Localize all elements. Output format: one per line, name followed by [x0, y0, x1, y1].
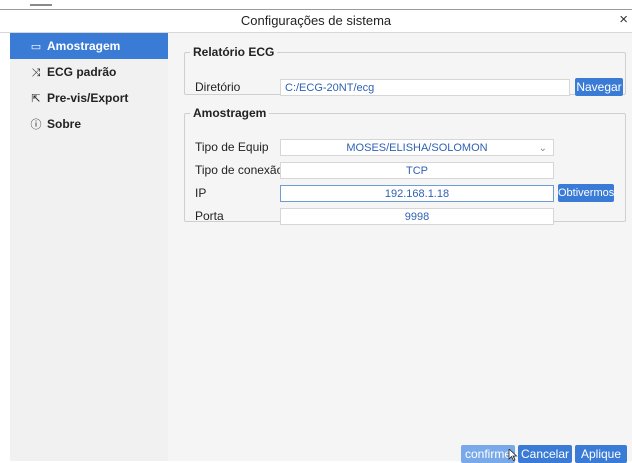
info-icon: ⓘ [30, 119, 42, 131]
apply-button[interactable]: Aplique [575, 445, 627, 463]
browse-button[interactable]: Navegar [575, 78, 623, 96]
sidebar-item-label: ECG padrão [47, 65, 117, 79]
shuffle-icon: ⤨ [31, 67, 41, 79]
settings-panel: Relatório ECG Diretório C:/ECG-20NT/ecg … [168, 33, 632, 463]
confirm-button[interactable]: confirme [461, 445, 515, 463]
sidebar-item-pre-vis-export[interactable]: ⇱ Pre-vis/Export [10, 85, 168, 111]
chevron-down-icon: ⌄ [538, 143, 547, 154]
sampling-group: Amostragem Tipo de Equip MOSES/ELISHA/SO… [184, 106, 626, 225]
sidebar-item-label: Pre-vis/Export [47, 91, 129, 105]
ecg-report-group: Relatório ECG Diretório C:/ECG-20NT/ecg … [184, 45, 626, 96]
sampling-legend: Amostragem [193, 106, 267, 120]
ip-label: IP [195, 186, 207, 200]
sidebar-item-ecg-padrao[interactable]: ⤨ ECG padrão [10, 59, 168, 85]
connection-type-field[interactable]: TCP [280, 162, 554, 179]
window-resize-grip [30, 4, 52, 6]
sidebar: ▭ Amostragem ⤨ ECG padrão ⇱ Pre-vis/Export … [10, 33, 169, 461]
window-title: Configurações de sistema [240, 13, 392, 28]
image-icon: ▭ [30, 41, 42, 53]
port-field[interactable]: 9998 [280, 208, 554, 225]
sidebar-item-label: Sobre [47, 117, 82, 131]
sidebar-item-label: Amostragem [47, 39, 121, 53]
equipment-type-select[interactable]: MOSES/ELISHA/SOLOMON ⌄ [280, 139, 554, 156]
sidebar-item-amostragem[interactable]: ▭ Amostragem [10, 33, 168, 59]
ip-field[interactable]: 192.168.1.18 [280, 185, 554, 202]
directory-field[interactable]: C:/ECG-20NT/ecg [280, 79, 570, 96]
connection-type-label: Tipo de conexão [195, 163, 284, 177]
mouse-cursor-icon [508, 449, 518, 461]
cancel-button[interactable]: Cancelar [518, 445, 572, 463]
ecg-report-legend: Relatório ECG [193, 45, 275, 59]
title-bar: Configurações de sistema × [0, 10, 632, 33]
sidebar-item-sobre[interactable]: ⓘ Sobre [10, 111, 168, 137]
equipment-type-value: MOSES/ELISHA/SOLOMON [346, 142, 488, 154]
directory-label: Diretório [195, 80, 241, 94]
window-top-edge [0, 0, 632, 10]
equipment-type-label: Tipo de Equip [195, 140, 269, 154]
obtain-ip-button[interactable]: Obtivermos [558, 184, 614, 202]
export-icon: ⇱ [31, 93, 41, 105]
port-label: Porta [195, 209, 224, 223]
close-icon[interactable]: × [619, 12, 628, 28]
